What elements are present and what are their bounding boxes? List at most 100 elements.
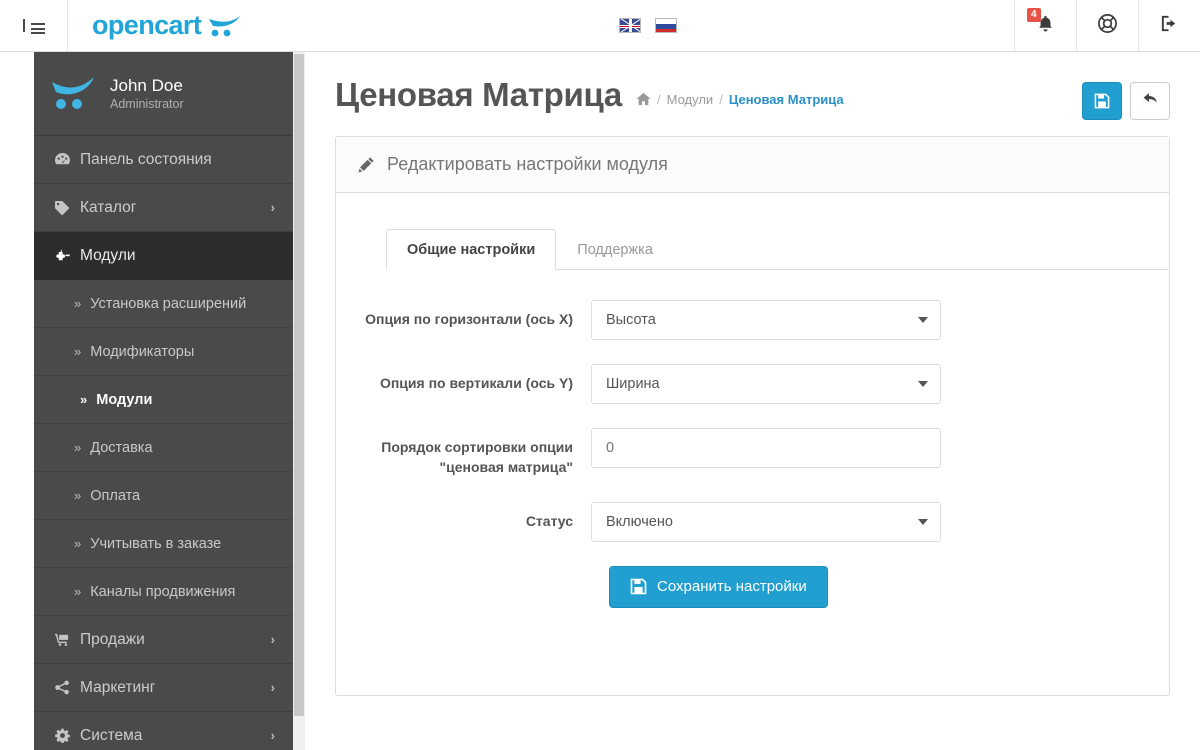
tab-bar: Общие настройки Поддержка [386, 229, 1169, 270]
sidebar-subitem-shipping[interactable]: » Доставка [34, 424, 293, 472]
flag-en-gb-button[interactable] [619, 18, 641, 33]
sidebar-subitem-feeds[interactable]: » Каналы продвижения [34, 568, 293, 616]
page-actions [1082, 76, 1170, 120]
sidebar-item-sales[interactable]: Продажи › [34, 616, 293, 664]
dashboard-icon [54, 152, 80, 167]
user-profile[interactable]: John Doe Administrator [34, 52, 293, 136]
double-chevron-icon: » [74, 488, 81, 503]
sidebar-item-label: Панель состояния [80, 151, 275, 169]
label-option-y: Опция по вертикали (ось Y) [336, 364, 591, 393]
sidebar-item-marketing[interactable]: Маркетинг › [34, 664, 293, 712]
gear-icon [54, 728, 80, 743]
sidebar-scrollbar-thumb[interactable] [294, 54, 304, 716]
option-y-axis-select[interactable]: Ширина [591, 364, 941, 404]
sidebar-item-label: Каталог [80, 199, 271, 217]
sidebar-toggle-button[interactable] [0, 0, 68, 51]
flag-ru-button[interactable] [655, 18, 677, 33]
save-icon [1094, 93, 1110, 109]
sort-order-input[interactable] [591, 428, 941, 468]
sidebar-subitem-label: Оплата [90, 488, 140, 504]
breadcrumb-item-extensions[interactable]: Модули [667, 92, 714, 107]
double-chevron-icon: » [74, 584, 81, 599]
chevron-right-icon: › [271, 728, 275, 743]
hamburger-icon [23, 18, 45, 34]
back-button[interactable] [1130, 82, 1170, 120]
form-actions: Сохранить настройки [336, 566, 1169, 608]
user-role: Administrator [110, 97, 184, 111]
chevron-right-icon: › [271, 680, 275, 695]
sidebar-item-extensions[interactable]: Модули ⱟ [34, 232, 293, 280]
chevron-right-icon: › [271, 200, 275, 215]
tab-support[interactable]: Поддержка [556, 229, 674, 270]
sidebar-item-catalog[interactable]: Каталог › [34, 184, 293, 232]
save-button[interactable] [1082, 82, 1122, 120]
form-row-option-y: Опция по вертикали (ось Y) Ширина [336, 364, 1169, 404]
panel-heading-text: Редактировать настройки модуля [387, 154, 668, 175]
lifebuoy-icon [1097, 13, 1118, 39]
logout-button[interactable] [1138, 0, 1200, 51]
sidebar-item-system[interactable]: Система › [34, 712, 293, 750]
page-header: Ценовая Матрица / Модули / Ценовая Матри… [305, 52, 1200, 136]
avatar [48, 74, 102, 114]
sidebar-subitem-order-totals[interactable]: » Учитывать в заказе [34, 520, 293, 568]
form-row-option-x: Опция по горизонтали (ось X) Высота [336, 300, 1169, 340]
double-chevron-icon: » [74, 296, 81, 311]
label-sort-order: Порядок сортировки опции "ценовая матриц… [336, 428, 591, 478]
logout-icon [1159, 14, 1180, 38]
breadcrumb-item-current[interactable]: Ценовая Матрица [729, 92, 844, 107]
share-icon [54, 680, 80, 695]
puzzle-icon [54, 248, 80, 263]
settings-panel: Редактировать настройки модуля Общие нас… [335, 136, 1170, 696]
cart-icon [54, 632, 80, 647]
sidebar-subitem-label: Установка расширений [90, 296, 246, 312]
sidebar-subitem-marketplace[interactable]: » Установка расширений [34, 280, 293, 328]
save-settings-button[interactable]: Сохранить настройки [609, 566, 828, 608]
sidebar-subitem-label: Учитывать в заказе [90, 536, 221, 552]
breadcrumb: / Модули / Ценовая Матрица [636, 92, 844, 107]
label-status: Статус [336, 502, 591, 531]
panel-heading: Редактировать настройки модуля [336, 137, 1169, 193]
sidebar-subitem-label: Доставка [90, 440, 152, 456]
brand-text: opencart [92, 10, 201, 41]
user-name: John Doe [110, 76, 184, 96]
home-icon[interactable] [636, 92, 651, 106]
sidebar-subitem-payments[interactable]: » Оплата [34, 472, 293, 520]
sidebar-subitem-label: Каналы продвижения [90, 584, 235, 600]
label-option-x: Опция по горизонтали (ось X) [336, 300, 591, 329]
double-chevron-icon: » [74, 344, 81, 359]
option-x-axis-select[interactable]: Высота [591, 300, 941, 340]
sidebar-subitem-modifications[interactable]: » Модификаторы [34, 328, 293, 376]
sidebar-item-dashboard[interactable]: Панель состояния [34, 136, 293, 184]
notification-badge: 4 [1027, 8, 1041, 22]
top-header: opencart 4 [0, 0, 1200, 52]
status-select[interactable]: Включено [591, 502, 941, 542]
sidebar-subitem-label: Модули [96, 392, 152, 408]
pencil-icon [358, 156, 375, 173]
settings-form: Опция по горизонтали (ось X) Высота Опци… [336, 270, 1169, 608]
language-switcher [282, 0, 1014, 51]
double-chevron-icon: » [80, 392, 87, 407]
sidebar-subitem-label: Модификаторы [90, 344, 194, 360]
sidebar-item-label: Маркетинг [80, 679, 271, 697]
notifications-button[interactable]: 4 [1014, 0, 1076, 51]
double-chevron-icon: » [74, 440, 81, 455]
form-row-sort-order: Порядок сортировки опции "ценовая матриц… [336, 428, 1169, 478]
brand-logo[interactable]: opencart [68, 0, 282, 51]
sidebar-item-label: Модули [80, 247, 275, 265]
cart-logo-icon [207, 14, 245, 38]
help-button[interactable] [1076, 0, 1138, 51]
main-content: Ценовая Матрица / Модули / Ценовая Матри… [305, 52, 1200, 750]
double-chevron-icon: » [74, 536, 81, 551]
sidebar-subitem-modules[interactable]: » Модули [34, 376, 293, 424]
save-settings-label: Сохранить настройки [657, 578, 807, 595]
tag-icon [54, 200, 80, 215]
save-icon [630, 578, 647, 595]
chevron-right-icon: › [271, 632, 275, 647]
sidebar-item-label: Продажи [80, 631, 271, 649]
sidebar-nav: John Doe Administrator Панель состояния … [34, 52, 293, 750]
form-row-status: Статус Включено [336, 502, 1169, 542]
page-title: Ценовая Матрица [335, 76, 622, 114]
tab-general-settings[interactable]: Общие настройки [386, 229, 556, 270]
back-arrow-icon [1142, 91, 1159, 111]
breadcrumb-separator: / [719, 92, 723, 107]
